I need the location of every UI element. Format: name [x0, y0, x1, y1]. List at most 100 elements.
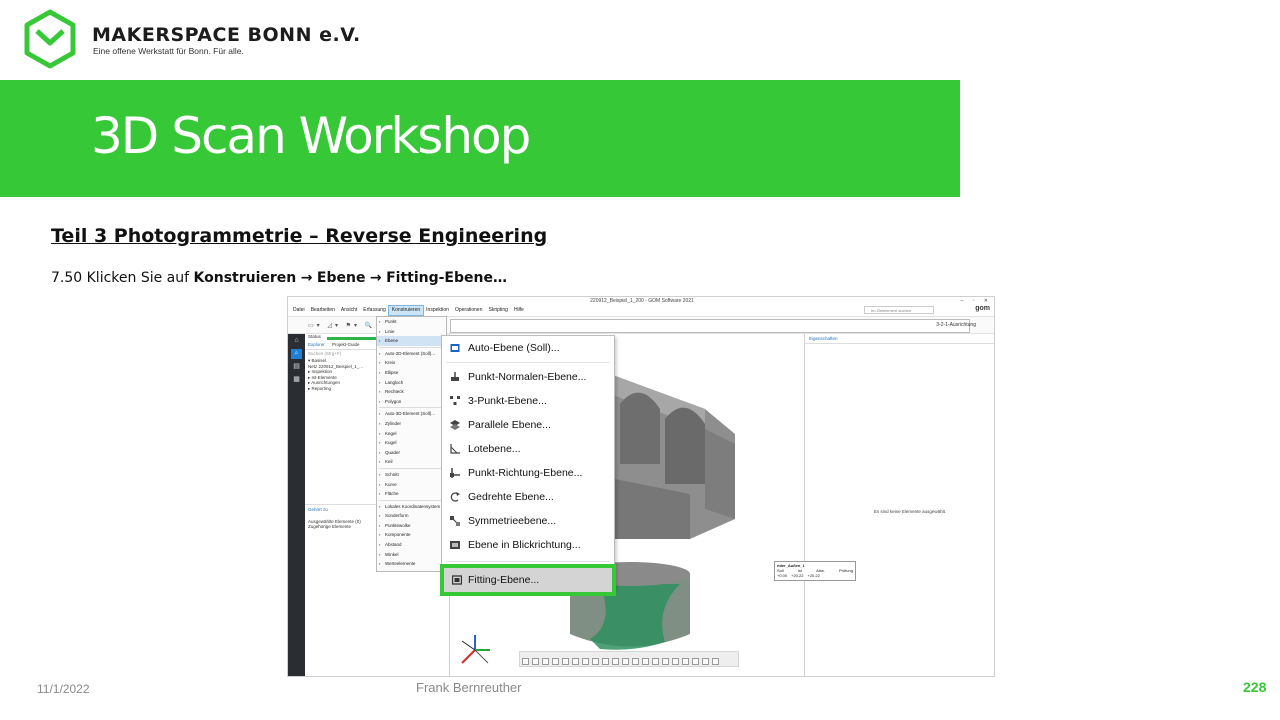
arrow-right-icon: → — [300, 270, 313, 286]
tab-eigenschaften[interactable]: Eigenschaften — [805, 334, 994, 344]
perpendicular-plane-icon — [450, 444, 460, 454]
view-tool-icon[interactable] — [651, 658, 659, 665]
tab-explorer[interactable]: Explorer — [308, 342, 325, 347]
menu-item-kreis[interactable]: Kreis — [377, 358, 446, 368]
menu-item-3-punkt-ebene[interactable]: 3-Punkt-Ebene... — [442, 389, 614, 413]
menu-item-kegel[interactable]: Kegel — [377, 429, 446, 439]
document-icon[interactable]: ▤ — [291, 362, 302, 372]
brand-name: MAKERSPACE BONN e.V. — [92, 24, 361, 46]
instruction-step-3: Fitting-Ebene… — [386, 270, 507, 286]
menu-item-winkel[interactable]: Winkel — [377, 550, 446, 560]
menu-item-label: Auto-Ebene (Soll)... — [468, 342, 560, 354]
menu-item-punkt-richtung-ebene[interactable]: Punkt-Richtung-Ebene... — [442, 461, 614, 485]
menu-item-symmetrieebene[interactable]: Symmetrieebene... — [442, 509, 614, 533]
footer-author: Frank Bernreuther — [416, 680, 522, 695]
menu-item-lotebene[interactable]: Lotebene... — [442, 437, 614, 461]
menu-item-keil[interactable]: Keil — [377, 457, 446, 467]
left-rail: ⌂ ⌕ ▤ ▦ — [288, 334, 305, 676]
menu-item-flaeche[interactable]: Fläche — [377, 489, 446, 499]
toolbar-icons[interactable]: ▭▾ ◿▾ ⚑▾ 🔍 — [308, 322, 375, 329]
menu-item-auto-ebene[interactable]: Auto-Ebene (Soll)... — [442, 336, 614, 360]
view-tool-icon[interactable] — [671, 658, 679, 665]
symmetry-plane-icon — [450, 516, 460, 526]
menu-item-komponente[interactable]: Komponente — [377, 530, 446, 540]
grid-icon[interactable]: ▦ — [291, 375, 302, 385]
menu-item-label: Symmetrieebene... — [468, 515, 557, 527]
menu-datei[interactable]: Datei — [290, 306, 308, 315]
menu-item-linie[interactable]: Linie — [377, 327, 446, 337]
menu-item-lokales-ks[interactable]: Lokales Koordinatensystem — [377, 502, 446, 512]
menu-item-ebene[interactable]: Ebene — [377, 336, 446, 346]
menu-item-punkt-normalen-ebene[interactable]: Punkt-Normalen-Ebene... — [442, 365, 614, 389]
menu-separator — [446, 561, 610, 562]
menu-inspektion[interactable]: Inspektion — [423, 306, 452, 315]
view-tool-icon[interactable] — [621, 658, 629, 665]
menu-separator — [446, 362, 610, 363]
tab-projekt-guide[interactable]: Projekt-Guide — [332, 342, 360, 347]
instruction-step-2: Ebene — [316, 270, 366, 286]
menu-item-quader[interactable]: Quader — [377, 448, 446, 458]
menu-item-gedrehte-ebene[interactable]: Gedrehte Ebene... — [442, 485, 614, 509]
menu-item-kugel[interactable]: Kugel — [377, 438, 446, 448]
view-tool-icon[interactable] — [531, 658, 539, 665]
alignment-selector[interactable]: 3-2-1-Ausrichtung — [936, 322, 976, 328]
tree-item[interactable]: ▸ Reporting — [308, 386, 363, 392]
menu-separator — [379, 467, 444, 469]
view-tool-icon[interactable] — [641, 658, 649, 665]
menu-item-auto-2d[interactable]: Auto-2D-Element (Soll)... — [377, 349, 446, 359]
menu-item-schnitt[interactable]: Schnitt — [377, 470, 446, 480]
fitting-plane-icon — [452, 575, 462, 585]
view-tool-icon[interactable] — [601, 658, 609, 665]
menu-item-ellipse[interactable]: Ellipse — [377, 368, 446, 378]
menu-item-auto-3d[interactable]: Auto-3D-Element (Soll)... — [377, 409, 446, 419]
menu-item-rechteck[interactable]: Rechteck — [377, 387, 446, 397]
view-tool-icon[interactable] — [551, 658, 559, 665]
view-tool-icon[interactable] — [681, 658, 689, 665]
menu-item-punkt[interactable]: Punkt — [377, 317, 446, 327]
menu-ansicht[interactable]: Ansicht — [338, 306, 360, 315]
point-normal-plane-icon — [451, 372, 459, 381]
menu-skripting[interactable]: Skripting — [485, 306, 510, 315]
view-tool-icon[interactable] — [521, 658, 529, 665]
menu-erfassung[interactable]: Erfassung — [360, 306, 389, 315]
menu-item-werteelemente[interactable]: Werteelemente — [377, 559, 446, 569]
view-tool-icon[interactable] — [691, 658, 699, 665]
menu-item-label: Lotebene... — [468, 443, 521, 455]
menu-item-punktewolke[interactable]: Punktewolke — [377, 521, 446, 531]
konstruieren-menu: Punkt Linie Ebene Auto-2D-Element (Soll)… — [376, 316, 447, 572]
point-direction-plane-icon — [450, 468, 460, 478]
menu-item-ebene-in-blickrichtung[interactable]: Ebene in Blickrichtung... — [442, 533, 614, 557]
menu-item-label: Punkt-Normalen-Ebene... — [468, 371, 587, 383]
menu-item-fitting-ebene[interactable]: Fitting-Ebene... — [440, 564, 616, 596]
view-tool-icon[interactable] — [581, 658, 589, 665]
view-tool-icon[interactable] — [561, 658, 569, 665]
view-tool-icon[interactable] — [631, 658, 639, 665]
menu-item-polygon[interactable]: Polygon — [377, 397, 446, 407]
menu-item-langloch[interactable]: Langloch — [377, 378, 446, 388]
menu-item-zylinder[interactable]: Zylinder — [377, 419, 446, 429]
rotated-plane-icon — [450, 492, 460, 502]
menu-item-label: Fitting-Ebene... — [468, 574, 540, 586]
view-tool-icon[interactable] — [711, 658, 719, 665]
menu-item-abstand[interactable]: Abstand — [377, 540, 446, 550]
view-tool-icon[interactable] — [541, 658, 549, 665]
menu-bearbeiten[interactable]: Bearbeiten — [308, 306, 338, 315]
search-icon[interactable]: ⌕ — [291, 349, 302, 359]
menu-item-kurve[interactable]: Kurve — [377, 480, 446, 490]
menu-separator — [379, 499, 444, 501]
view-tool-icon[interactable] — [661, 658, 669, 665]
plane-auto-icon — [450, 344, 460, 352]
menu-operationen[interactable]: Operationen — [452, 306, 486, 315]
menu-item-parallele-ebene[interactable]: Parallele Ebene... — [442, 413, 614, 437]
view-tool-icon[interactable] — [571, 658, 579, 665]
menu-item-sonderform[interactable]: Sonderform — [377, 511, 446, 521]
command-input[interactable] — [450, 319, 970, 333]
menu-konstruieren[interactable]: Konstruieren — [387, 305, 425, 316]
home-icon[interactable]: ⌂ — [291, 336, 302, 346]
view-tool-icon[interactable] — [591, 658, 599, 665]
view-tool-icon[interactable] — [611, 658, 619, 665]
footer-date: 11/1/2022 — [37, 682, 90, 696]
app-search-input[interactable]: Im Zielelement suchen — [864, 306, 934, 314]
view-tool-icon[interactable] — [701, 658, 709, 665]
menu-hilfe[interactable]: Hilfe — [511, 306, 527, 315]
